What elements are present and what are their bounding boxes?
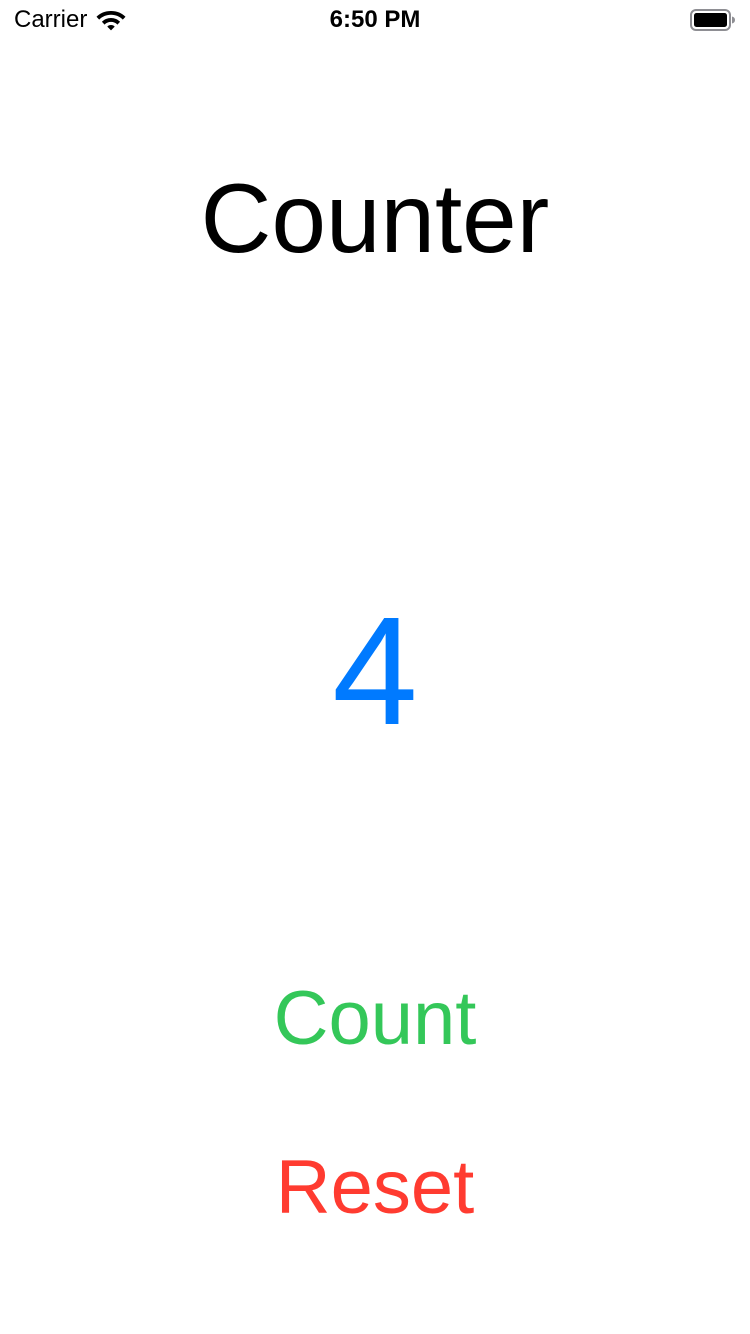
count-button[interactable]: Count: [200, 969, 550, 1069]
battery-full-icon: [690, 9, 735, 31]
status-time: 6:50 PM: [329, 6, 421, 33]
counter-value: 4: [332, 585, 418, 757]
page-title: Counter: [200, 163, 550, 273]
status-bar: Carrier 6:50 PM: [0, 0, 750, 40]
reset-button[interactable]: Reset: [200, 1138, 550, 1238]
